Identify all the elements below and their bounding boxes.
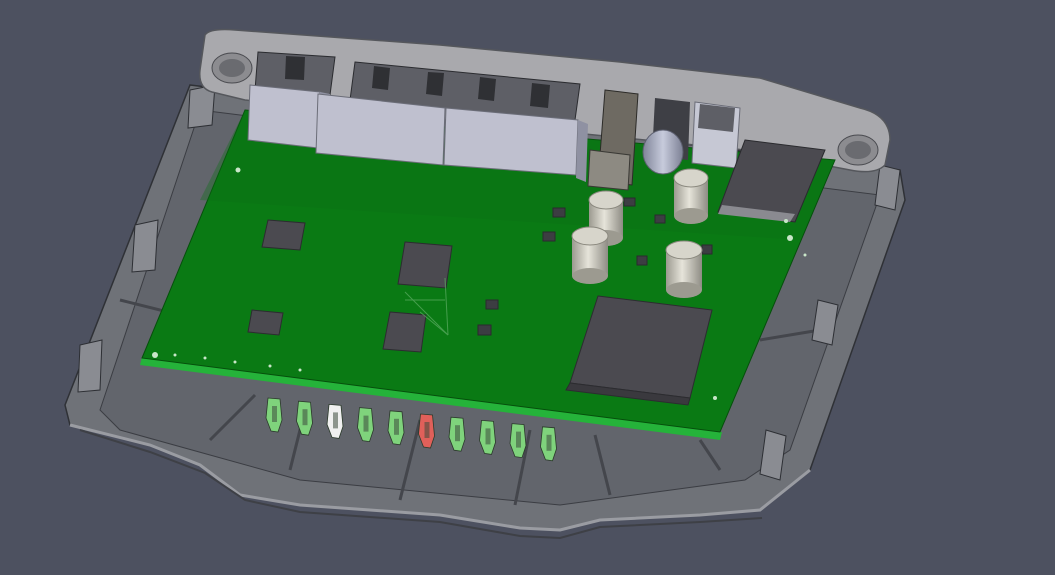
ic-chip-center [397,241,453,289]
ic-chip-small-1 [261,219,306,251]
ic-chip-small-2 [247,309,284,336]
capacitor-4 [665,240,703,298]
capacitor-2 [673,168,709,224]
capacitor-3 [571,226,609,284]
cad-scene [64,28,906,540]
cad-3d-viewport[interactable] [0,0,1055,575]
ic-chip-medium [382,311,427,353]
